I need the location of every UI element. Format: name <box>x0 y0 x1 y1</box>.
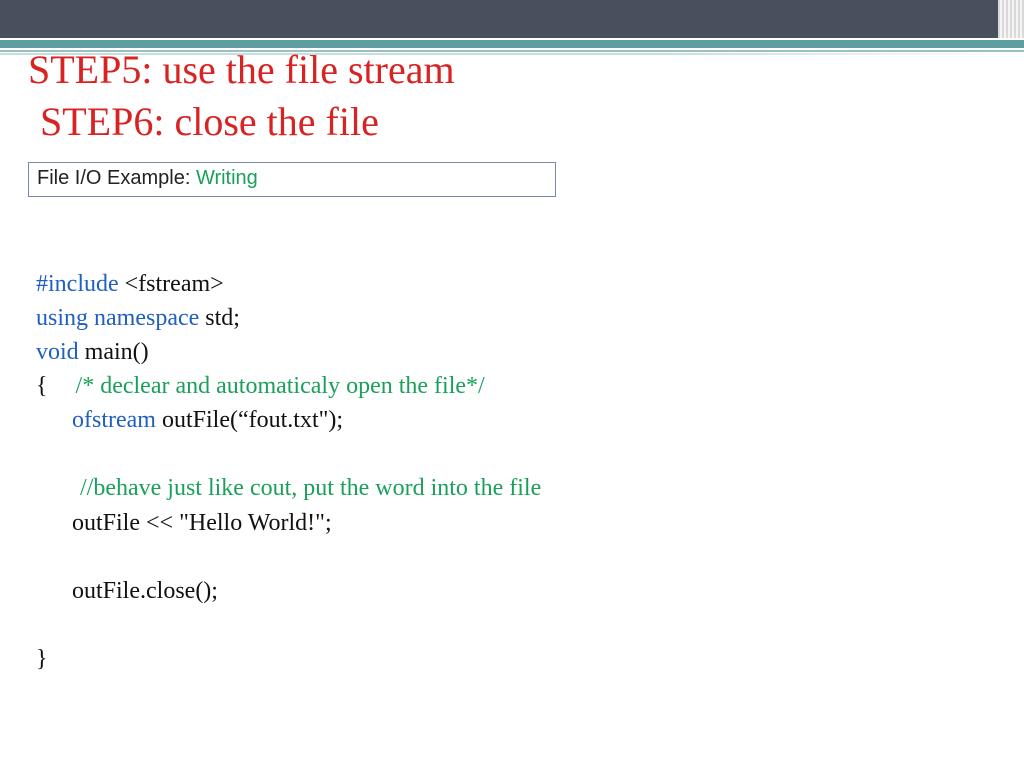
code-text: } <box>36 646 48 672</box>
code-keyword: ofstream <box>72 407 162 433</box>
code-line: #include <fstream> <box>36 267 1004 301</box>
code-line: } <box>36 642 1004 676</box>
code-line: ofstream outFile(“fout.txt"); <box>36 403 1004 437</box>
code-text: { <box>36 373 48 399</box>
code-text: std; <box>205 305 240 331</box>
code-line: outFile << "Hello World!"; <box>36 506 1004 540</box>
code-comment: /* declear and automaticaly open the fil… <box>76 373 485 399</box>
code-keyword: #include <box>36 271 125 297</box>
example-mode: Writing <box>196 167 258 189</box>
code-blank-line <box>36 608 1004 642</box>
code-line: void main() <box>36 335 1004 369</box>
code-block: #include <fstream> using namespace std; … <box>28 267 1004 676</box>
code-keyword: void <box>36 339 85 365</box>
code-keyword: using namespace <box>36 305 205 331</box>
slide-top-bar <box>0 0 1024 38</box>
code-text: main() <box>85 339 149 365</box>
example-label-box: File I/O Example: Writing <box>28 162 556 197</box>
heading-line-2: STEP6: close the file <box>28 96 1004 148</box>
code-comment: //behave just like cout, put the word in… <box>80 475 541 501</box>
code-line: //behave just like cout, put the word in… <box>36 471 1004 505</box>
heading-line-1: STEP5: use the file stream <box>28 47 455 92</box>
example-label: File I/O Example: <box>37 167 196 189</box>
slide-content: STEP5: use the file stream STEP6: close … <box>28 44 1004 676</box>
code-text: <fstream> <box>125 271 224 297</box>
code-text: outFile << "Hello World!"; <box>36 506 332 540</box>
code-text: outFile.close(); <box>36 574 218 608</box>
code-line: using namespace std; <box>36 301 1004 335</box>
code-blank-line <box>36 540 1004 574</box>
slide-heading: STEP5: use the file stream STEP6: close … <box>28 44 1004 148</box>
code-line: outFile.close(); <box>36 574 1004 608</box>
code-text: outFile(“fout.txt"); <box>162 407 343 433</box>
code-line: { /* declear and automaticaly open the fi… <box>36 369 1004 403</box>
code-blank-line <box>36 437 1004 471</box>
